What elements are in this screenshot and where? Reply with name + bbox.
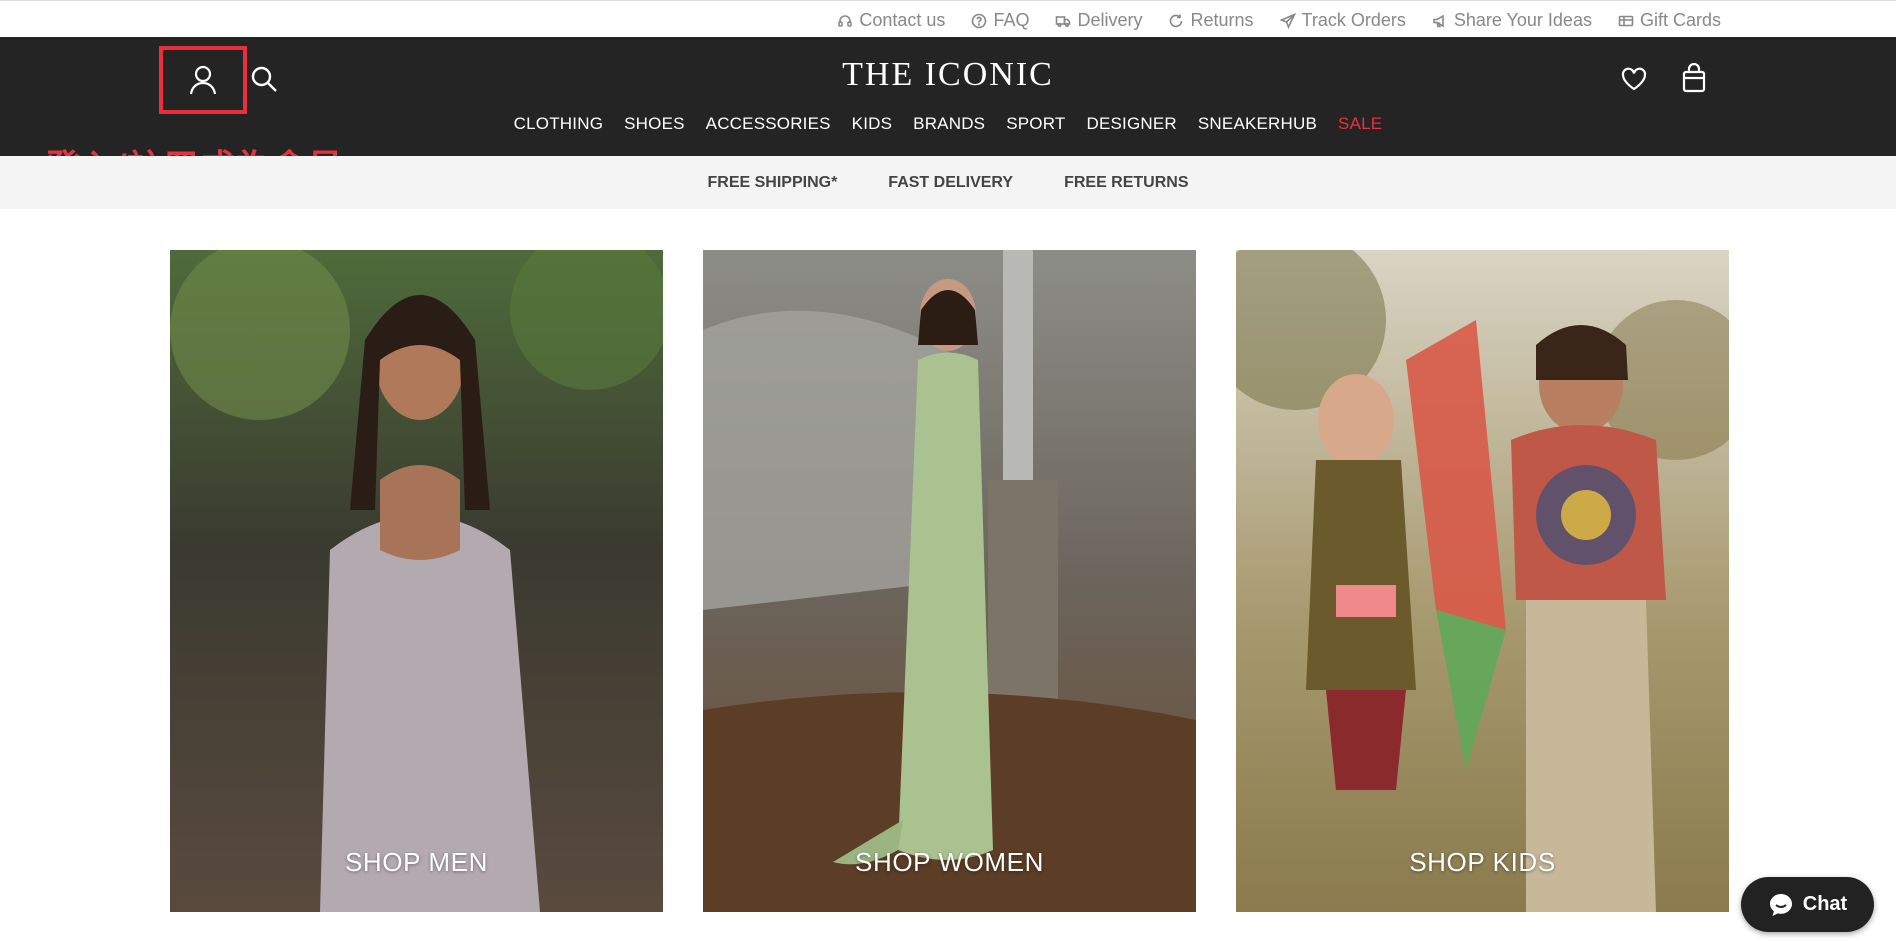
nav-shoes[interactable]: SHOES bbox=[624, 114, 685, 134]
returns-link[interactable]: Returns bbox=[1168, 10, 1254, 31]
men-model-image bbox=[170, 250, 663, 912]
chat-bubble-icon bbox=[1769, 893, 1792, 916]
headset-icon bbox=[838, 14, 853, 27]
chat-button[interactable]: Chat bbox=[1741, 877, 1874, 932]
shop-women-card[interactable]: SHOP WOMEN bbox=[703, 250, 1196, 912]
shop-kids-card[interactable]: SHOP KIDS bbox=[1236, 250, 1729, 912]
women-model-image bbox=[703, 250, 1196, 912]
site-logo[interactable]: THE ICONIC bbox=[0, 56, 1896, 94]
chat-label: Chat bbox=[1802, 893, 1848, 915]
track-orders-link[interactable]: Track Orders bbox=[1279, 10, 1406, 31]
kids-models-image bbox=[1236, 250, 1729, 912]
paper-plane-icon bbox=[1279, 12, 1296, 29]
benefits-bar: FREE SHIPPING* FAST DELIVERY FREE RETURN… bbox=[0, 156, 1896, 209]
contact-us-link[interactable]: Contact us bbox=[837, 10, 945, 31]
benefit-free-returns[interactable]: FREE RETURNS bbox=[1064, 174, 1188, 192]
nav-sneakerhub[interactable]: SNEAKERHUB bbox=[1198, 114, 1317, 134]
gift-cards-link[interactable]: Gift Cards bbox=[1618, 10, 1721, 31]
shop-kids-label: SHOP KIDS bbox=[1409, 847, 1556, 877]
return-arrow-icon bbox=[1170, 14, 1183, 27]
nav-sale[interactable]: SALE bbox=[1338, 114, 1382, 134]
nav-clothing[interactable]: CLOTHING bbox=[514, 114, 603, 134]
nav-kids[interactable]: KIDS bbox=[852, 114, 892, 134]
wishlist-button[interactable] bbox=[1620, 65, 1648, 98]
benefit-fast-delivery[interactable]: FAST DELIVERY bbox=[888, 174, 1013, 192]
gift-card-icon bbox=[1618, 15, 1634, 26]
shopping-bag-icon bbox=[1682, 62, 1706, 93]
megaphone-icon bbox=[1433, 14, 1444, 27]
shop-women-label: SHOP WOMEN bbox=[855, 847, 1044, 877]
shopping-bag-button[interactable] bbox=[1682, 62, 1706, 98]
delivery-link[interactable]: Delivery bbox=[1055, 10, 1142, 31]
utility-links: Contact us FAQ Delivery Returns Track Or… bbox=[837, 10, 1721, 31]
heart-icon bbox=[1621, 67, 1647, 91]
nav-accessories[interactable]: ACCESSORIES bbox=[706, 114, 831, 134]
shop-men-label: SHOP MEN bbox=[344, 847, 488, 877]
nav-sport[interactable]: SPORT bbox=[1006, 114, 1065, 134]
nav-brands[interactable]: BRANDS bbox=[913, 114, 985, 134]
share-ideas-link[interactable]: Share Your Ideas bbox=[1432, 10, 1592, 31]
shop-men-card[interactable]: SHOP MEN bbox=[170, 250, 663, 912]
utility-bar: Contact us FAQ Delivery Returns Track Or… bbox=[0, 0, 1896, 37]
faq-link[interactable]: FAQ bbox=[971, 10, 1029, 31]
main-nav: CLOTHING SHOES ACCESSORIES KIDS BRANDS S… bbox=[0, 114, 1896, 134]
truck-icon bbox=[1056, 15, 1071, 27]
benefit-free-shipping[interactable]: FREE SHIPPING* bbox=[707, 174, 837, 192]
question-circle-icon bbox=[972, 13, 987, 28]
nav-designer[interactable]: DESIGNER bbox=[1086, 114, 1176, 134]
